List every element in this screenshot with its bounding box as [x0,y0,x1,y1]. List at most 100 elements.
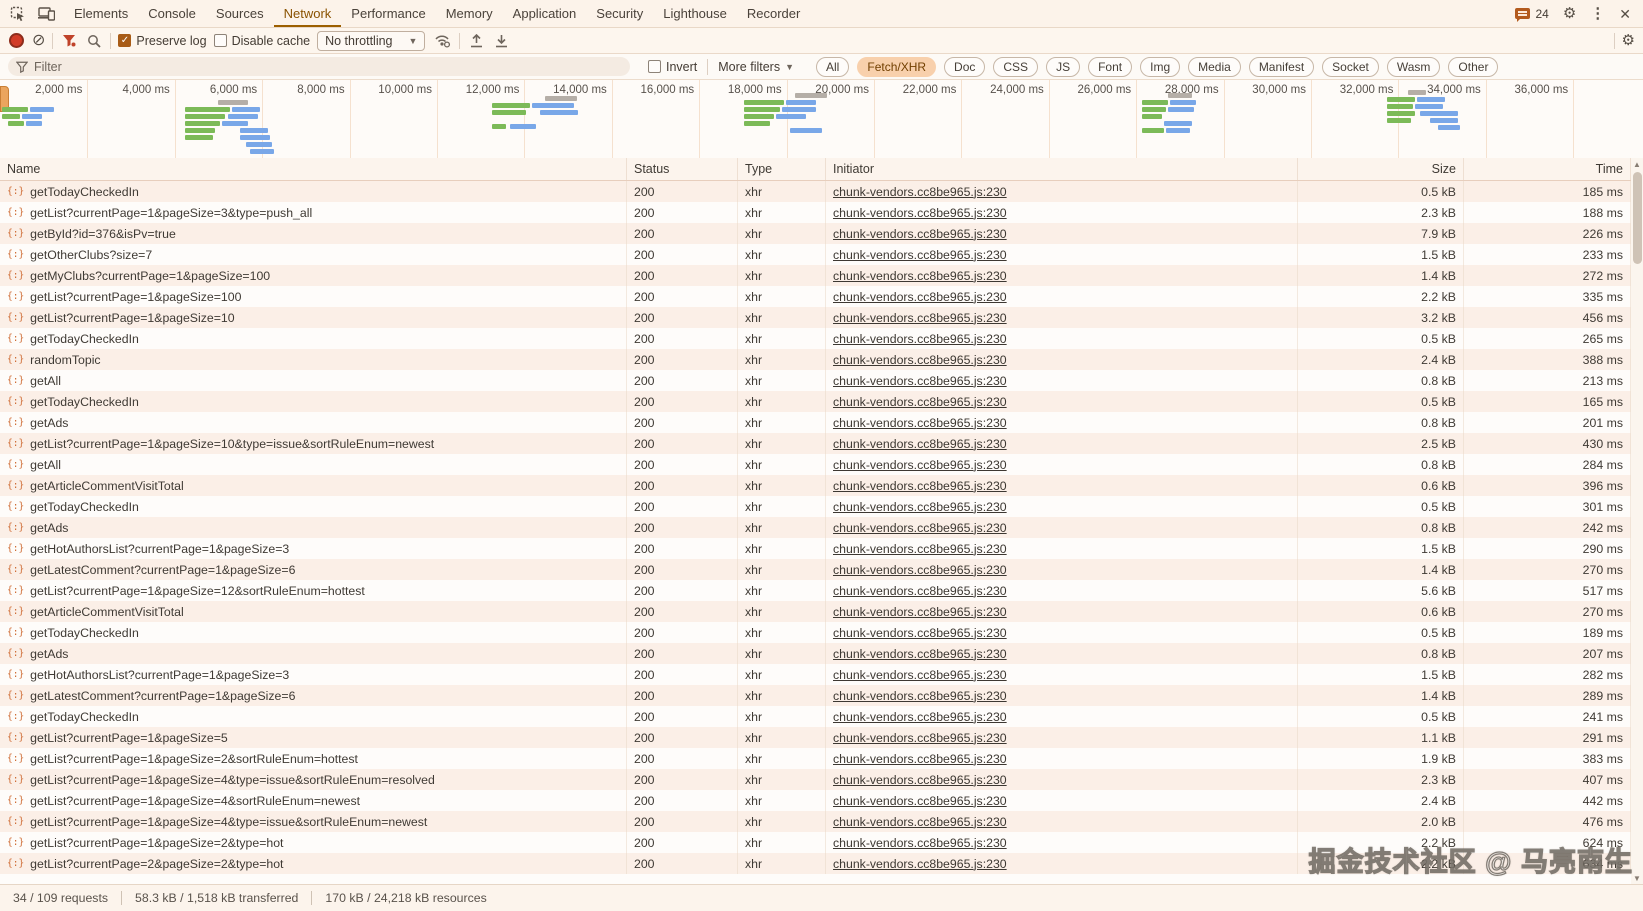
table-row[interactable]: {:}getById?id=376&isPv=true200xhrchunk-v… [0,223,1631,244]
filter-pill-img[interactable]: Img [1140,57,1180,77]
table-row[interactable]: {:}getLatestComment?currentPage=1&pageSi… [0,559,1631,580]
filter-pill-font[interactable]: Font [1088,57,1132,77]
filter-pill-fetch-xhr[interactable]: Fetch/XHR [857,57,936,77]
tab-sources[interactable]: Sources [206,0,274,27]
network-settings-gear-icon[interactable]: ⚙ [1622,33,1635,48]
table-row[interactable]: {:}getHotAuthorsList?currentPage=1&pageS… [0,664,1631,685]
initiator-link[interactable]: chunk-vendors.cc8be965.js:230 [833,857,1007,871]
initiator-link[interactable]: chunk-vendors.cc8be965.js:230 [833,374,1007,388]
initiator-link[interactable]: chunk-vendors.cc8be965.js:230 [833,668,1007,682]
table-row[interactable]: {:}getList?currentPage=1&pageSize=10&typ… [0,433,1631,454]
tab-memory[interactable]: Memory [436,0,503,27]
import-har-icon[interactable] [467,30,485,52]
filter-pill-media[interactable]: Media [1188,57,1241,77]
record-button[interactable] [11,35,22,46]
initiator-link[interactable]: chunk-vendors.cc8be965.js:230 [833,437,1007,451]
tab-elements[interactable]: Elements [64,0,138,27]
table-row[interactable]: {:}getTodayCheckedIn200xhrchunk-vendors.… [0,622,1631,643]
table-row[interactable]: {:}getList?currentPage=1&pageSize=2&type… [0,832,1631,853]
initiator-link[interactable]: chunk-vendors.cc8be965.js:230 [833,185,1007,199]
table-row[interactable]: {:}getAds200xhrchunk-vendors.cc8be965.js… [0,643,1631,664]
search-icon[interactable] [85,30,103,52]
table-row[interactable]: {:}getTodayCheckedIn200xhrchunk-vendors.… [0,496,1631,517]
tab-application[interactable]: Application [503,0,587,27]
invert-checkbox[interactable]: Invert [648,60,697,74]
table-row[interactable]: {:}getList?currentPage=1&pageSize=4&type… [0,811,1631,832]
table-row[interactable]: {:}getList?currentPage=1&pageSize=4&type… [0,769,1631,790]
initiator-link[interactable]: chunk-vendors.cc8be965.js:230 [833,563,1007,577]
initiator-link[interactable]: chunk-vendors.cc8be965.js:230 [833,353,1007,367]
table-row[interactable]: {:}getLatestComment?currentPage=1&pageSi… [0,685,1631,706]
initiator-link[interactable]: chunk-vendors.cc8be965.js:230 [833,416,1007,430]
column-header-initiator[interactable]: Initiator [826,158,1298,180]
initiator-link[interactable]: chunk-vendors.cc8be965.js:230 [833,542,1007,556]
tab-network[interactable]: Network [274,0,342,27]
tab-security[interactable]: Security [586,0,653,27]
filter-pill-wasm[interactable]: Wasm [1387,57,1441,77]
table-row[interactable]: {:}getList?currentPage=2&pageSize=2&type… [0,853,1631,874]
table-row[interactable]: {:}getTodayCheckedIn200xhrchunk-vendors.… [0,328,1631,349]
table-row[interactable]: {:}randomTopic200xhrchunk-vendors.cc8be9… [0,349,1631,370]
scrollbar-thumb[interactable] [1633,172,1642,264]
filter-toggle-icon[interactable] [60,30,78,52]
initiator-link[interactable]: chunk-vendors.cc8be965.js:230 [833,395,1007,409]
table-row[interactable]: {:}getList?currentPage=1&pageSize=12&sor… [0,580,1631,601]
table-row[interactable]: {:}getArticleCommentVisitTotal200xhrchun… [0,601,1631,622]
initiator-link[interactable]: chunk-vendors.cc8be965.js:230 [833,836,1007,850]
initiator-link[interactable]: chunk-vendors.cc8be965.js:230 [833,479,1007,493]
tab-console[interactable]: Console [138,0,206,27]
filter-pill-doc[interactable]: Doc [944,57,985,77]
table-row[interactable]: {:}getAds200xhrchunk-vendors.cc8be965.js… [0,412,1631,433]
table-row[interactable]: {:}getMyClubs?currentPage=1&pageSize=100… [0,265,1631,286]
clear-network-log-icon[interactable]: ⊘ [32,33,45,49]
table-row[interactable]: {:}getArticleCommentVisitTotal200xhrchun… [0,475,1631,496]
initiator-link[interactable]: chunk-vendors.cc8be965.js:230 [833,584,1007,598]
initiator-link[interactable]: chunk-vendors.cc8be965.js:230 [833,752,1007,766]
table-row[interactable]: {:}getAll200xhrchunk-vendors.cc8be965.js… [0,454,1631,475]
table-row[interactable]: {:}getAll200xhrchunk-vendors.cc8be965.js… [0,370,1631,391]
export-har-icon[interactable] [492,30,510,52]
table-row[interactable]: {:}getHotAuthorsList?currentPage=1&pageS… [0,538,1631,559]
scroll-up-icon[interactable]: ▲ [1631,158,1643,170]
tab-lighthouse[interactable]: Lighthouse [653,0,737,27]
preserve-log-checkbox[interactable]: ✓ Preserve log [118,34,206,48]
close-icon[interactable]: ✕ [1619,7,1631,21]
tab-performance[interactable]: Performance [341,0,435,27]
initiator-link[interactable]: chunk-vendors.cc8be965.js:230 [833,731,1007,745]
table-row[interactable]: {:}getList?currentPage=1&pageSize=10200x… [0,307,1631,328]
column-header-status[interactable]: Status [627,158,738,180]
table-row[interactable]: {:}getList?currentPage=1&pageSize=2&sort… [0,748,1631,769]
initiator-link[interactable]: chunk-vendors.cc8be965.js:230 [833,458,1007,472]
more-filters-button[interactable]: More filters ▼ [718,60,794,74]
column-header-time[interactable]: Time [1464,158,1631,180]
table-row[interactable]: {:}getList?currentPage=1&pageSize=100200… [0,286,1631,307]
filter-pill-manifest[interactable]: Manifest [1249,57,1314,77]
disable-cache-checkbox[interactable]: Disable cache [214,34,311,48]
initiator-link[interactable]: chunk-vendors.cc8be965.js:230 [833,521,1007,535]
network-conditions-icon[interactable] [432,30,452,52]
initiator-link[interactable]: chunk-vendors.cc8be965.js:230 [833,290,1007,304]
table-row[interactable]: {:}getList?currentPage=1&pageSize=3&type… [0,202,1631,223]
initiator-link[interactable]: chunk-vendors.cc8be965.js:230 [833,689,1007,703]
initiator-link[interactable]: chunk-vendors.cc8be965.js:230 [833,626,1007,640]
vertical-scrollbar[interactable]: ▲ ▼ [1631,158,1643,884]
issues-button[interactable]: 24 [1515,7,1548,21]
initiator-link[interactable]: chunk-vendors.cc8be965.js:230 [833,815,1007,829]
table-row[interactable]: {:}getOtherClubs?size=7200xhrchunk-vendo… [0,244,1631,265]
column-header-size[interactable]: Size [1298,158,1464,180]
filter-pill-other[interactable]: Other [1448,57,1498,77]
filter-input[interactable] [8,57,630,76]
table-row[interactable]: {:}getTodayCheckedIn200xhrchunk-vendors.… [0,706,1631,727]
inspect-element-icon[interactable] [6,3,30,25]
column-header-name[interactable]: Name [0,158,627,180]
settings-gear-icon[interactable]: ⚙ [1563,6,1576,21]
initiator-link[interactable]: chunk-vendors.cc8be965.js:230 [833,311,1007,325]
table-row[interactable]: {:}getTodayCheckedIn200xhrchunk-vendors.… [0,181,1631,202]
initiator-link[interactable]: chunk-vendors.cc8be965.js:230 [833,206,1007,220]
table-row[interactable]: {:}getAds200xhrchunk-vendors.cc8be965.js… [0,517,1631,538]
initiator-link[interactable]: chunk-vendors.cc8be965.js:230 [833,647,1007,661]
initiator-link[interactable]: chunk-vendors.cc8be965.js:230 [833,794,1007,808]
tab-recorder[interactable]: Recorder [737,0,810,27]
filter-pill-js[interactable]: JS [1046,57,1080,77]
initiator-link[interactable]: chunk-vendors.cc8be965.js:230 [833,227,1007,241]
